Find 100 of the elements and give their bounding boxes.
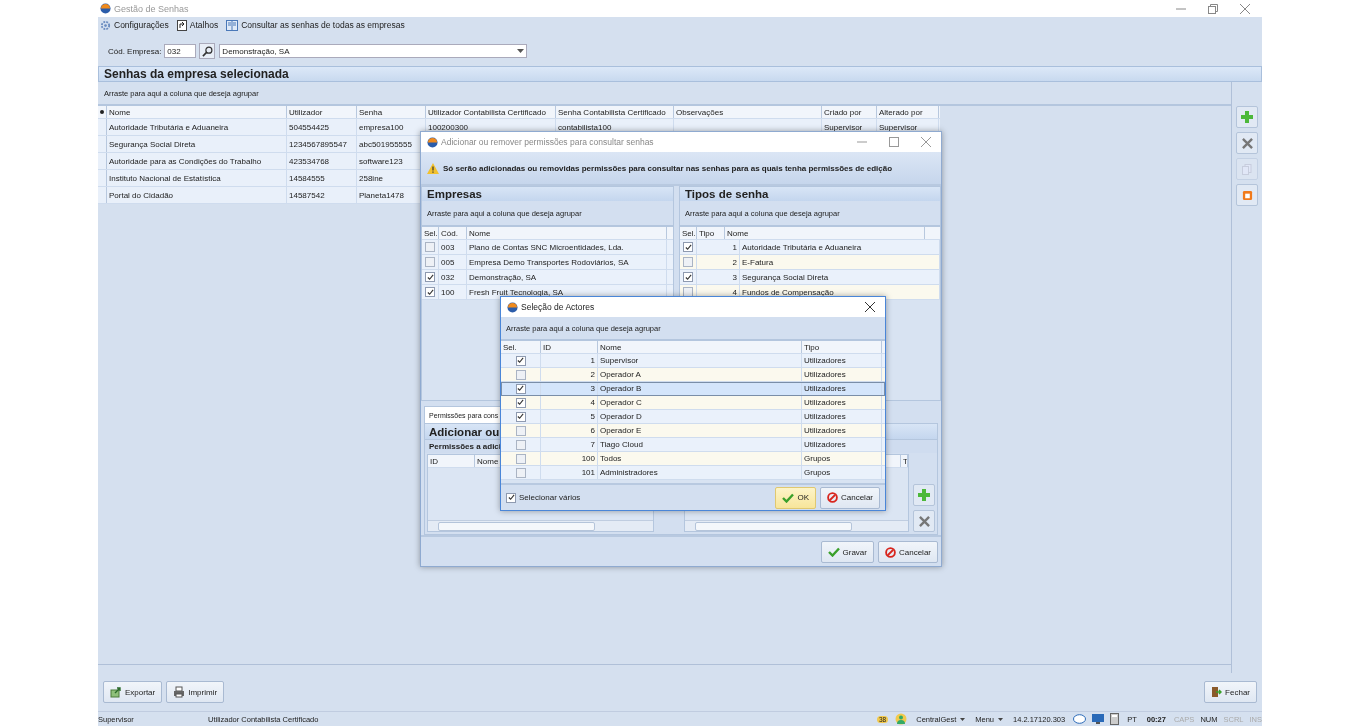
toolbar-button[interactable]	[1236, 132, 1258, 154]
column-header[interactable]: Sel.	[422, 227, 439, 239]
checkbox[interactable]	[683, 272, 693, 282]
checkbox[interactable]	[683, 242, 693, 252]
table-cell: Autoridade para as Condições do Trabalho	[107, 153, 287, 169]
menu-item[interactable]: Consultar as senhas de todas as empresas	[226, 19, 405, 31]
column-header[interactable]: Criado por	[822, 106, 877, 118]
section-title: Senhas da empresa selecionada	[104, 67, 289, 81]
user-icon[interactable]	[894, 713, 909, 725]
checkbox[interactable]	[506, 492, 516, 503]
table-cell: 504554425	[287, 119, 357, 135]
company-code-field[interactable]: 032	[164, 44, 197, 58]
menu-item[interactable]: Atalhos	[176, 19, 219, 31]
column-header[interactable]: Nome	[107, 106, 287, 118]
monitor-icon[interactable]	[1092, 714, 1105, 724]
checkbox[interactable]	[425, 287, 435, 297]
close-icon[interactable]	[865, 302, 875, 312]
checkbox[interactable]	[515, 369, 526, 380]
checkbox[interactable]	[515, 467, 526, 478]
checkbox[interactable]	[425, 257, 435, 267]
column-header[interactable]: ID	[541, 341, 598, 353]
exit-door-icon	[1211, 686, 1223, 698]
footer-button[interactable]: Exportar	[103, 681, 163, 703]
table-row[interactable]: 2 Operador A Utilizadores	[501, 368, 885, 382]
column-header[interactable]: T	[900, 455, 908, 467]
table-cell: Tiago Cloud	[598, 438, 802, 451]
chat-icon[interactable]	[1073, 713, 1087, 725]
dialog-button[interactable]: Cancelar	[820, 486, 880, 509]
table-row[interactable]: 101 Administradores Grupos	[501, 466, 885, 480]
table-row[interactable]: 6 Operador E Utilizadores	[501, 424, 885, 438]
table-row[interactable]: 1 Supervisor Utilizadores	[501, 354, 885, 368]
table-cell: Utilizadores	[802, 354, 882, 367]
copy-icon	[1242, 163, 1252, 175]
calculator-icon[interactable]	[1110, 713, 1120, 725]
table-row[interactable]: 3 Operador B Utilizadores	[501, 382, 885, 396]
warning-icon	[427, 162, 439, 174]
dialog-button[interactable]: Cancelar	[878, 541, 938, 563]
app-logo-icon	[507, 301, 518, 313]
dialog-button[interactable]: Gravar	[820, 541, 874, 563]
table-row[interactable]: 4 Operador C Utilizadores	[501, 396, 885, 410]
search-button[interactable]	[199, 43, 216, 59]
checkbox[interactable]	[425, 242, 435, 252]
checkbox[interactable]	[515, 397, 526, 408]
table-cell: Operador D	[598, 410, 802, 423]
column-header[interactable]: Tipo	[802, 341, 882, 353]
table-cell: Segurança Social Direta	[740, 270, 940, 284]
remove-button[interactable]	[913, 510, 935, 532]
column-header[interactable]: Utilizador Contabilista Certificado	[426, 106, 556, 118]
close-button[interactable]: Fechar	[1204, 681, 1257, 703]
toolbar-button[interactable]	[1236, 184, 1258, 206]
horizontal-scrollbar[interactable]	[684, 520, 908, 531]
column-header[interactable]: Alterado por	[877, 106, 939, 118]
checkbox[interactable]	[425, 272, 435, 282]
cancel-icon	[827, 492, 838, 503]
checkbox[interactable]	[683, 287, 693, 297]
table-row[interactable]: 5 Operador D Utilizadores	[501, 410, 885, 424]
column-header[interactable]: ID	[428, 455, 475, 467]
table-row[interactable]: 7 Tiago Cloud Utilizadores	[501, 438, 885, 452]
maximize-icon[interactable]	[889, 137, 899, 147]
menu-item[interactable]: Configurações	[100, 19, 169, 31]
toolbar-button[interactable]	[1236, 106, 1258, 128]
column-header[interactable]: Observações	[674, 106, 822, 118]
table-cell: 3	[541, 382, 598, 395]
column-header[interactable]: Senha	[357, 106, 426, 118]
table-cell: 005	[439, 255, 467, 269]
column-header[interactable]: Utilizador	[287, 106, 357, 118]
table-row[interactable]: 100 Todos Grupos	[501, 452, 885, 466]
panel-title: Tipos de senha	[685, 188, 769, 200]
subsection-title: Permissões a adici	[429, 442, 502, 451]
table-cell: 003	[439, 240, 467, 254]
table-cell: 423534768	[287, 153, 357, 169]
table-cell: Grupos	[802, 466, 882, 479]
footer-button[interactable]: Imprimir	[166, 681, 225, 703]
horizontal-scrollbar[interactable]	[428, 520, 653, 531]
table-cell: 3	[697, 270, 740, 284]
column-header[interactable]: Tipo	[697, 227, 725, 239]
company-name-dropdown[interactable]: Demonstração, SA	[219, 44, 528, 58]
column-header[interactable]: Sel.	[680, 227, 697, 239]
checkbox[interactable]	[515, 439, 526, 450]
column-header[interactable]: Senha Contabilista Certificado	[556, 106, 674, 118]
app-logo-icon	[100, 3, 111, 14]
table-cell: Autoridade Tributária e Aduaneira	[107, 119, 287, 135]
checkbox[interactable]	[515, 453, 526, 464]
checkbox[interactable]	[515, 383, 526, 394]
column-header[interactable]: Nome	[725, 227, 925, 239]
checkbox[interactable]	[515, 425, 526, 436]
table-cell: Utilizadores	[802, 368, 882, 381]
restore-icon[interactable]	[1208, 3, 1218, 14]
dialog-title: Adicionar ou remover permissões para consultar senhas	[441, 137, 654, 147]
checkbox[interactable]	[683, 257, 693, 267]
dropdown-caret-icon	[998, 717, 1003, 721]
column-header[interactable]: Nome	[598, 341, 802, 353]
export-icon	[110, 686, 122, 698]
column-header[interactable]: Cód.	[439, 227, 467, 239]
column-header[interactable]: Sel.	[501, 341, 541, 353]
checkbox[interactable]	[515, 411, 526, 422]
column-header[interactable]: Nome	[467, 227, 667, 239]
dialog-button[interactable]: OK	[775, 486, 816, 509]
add-button[interactable]	[913, 484, 935, 506]
checkbox[interactable]	[515, 355, 526, 366]
